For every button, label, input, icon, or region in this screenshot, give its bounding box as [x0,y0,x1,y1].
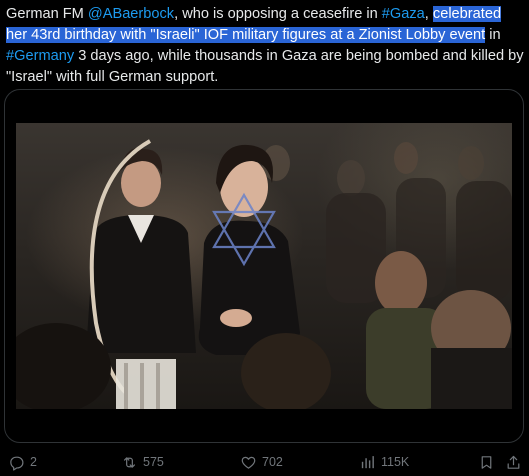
tweet-action-bar: 2 575 702 115K [0,449,529,475]
text-segment: , who is opposing a ceasefire in [174,6,382,22]
share-button[interactable] [505,453,522,471]
hashtag-germany-link[interactable]: #Germany [6,48,74,64]
text-segment: German FM [6,6,88,22]
views-icon [359,454,376,471]
hashtag-gaza-link[interactable]: #Gaza [382,6,425,22]
text-segment: , [424,6,433,22]
media-card[interactable] [4,89,524,443]
repost-count: 575 [143,455,164,469]
video-still [16,139,512,409]
views-count: 115K [381,455,410,469]
views-button[interactable]: 115K [359,453,409,471]
reply-button[interactable]: 2 [8,453,37,471]
repost-icon [121,454,138,471]
bookmark-button[interactable] [478,453,495,471]
text-segment: 3 days ago, while thousands in Gaza are … [6,48,524,85]
heart-icon [240,454,257,471]
repost-button[interactable]: 575 [121,453,164,471]
like-button[interactable]: 702 [240,453,283,471]
video-player[interactable] [16,123,512,409]
text-segment: in [485,27,501,43]
share-icon [505,454,522,471]
reply-icon [8,454,25,471]
reply-count: 2 [30,455,37,469]
bookmark-icon [478,454,495,471]
mention-link[interactable]: @ABaerbock [88,6,174,22]
tweet-text: German FM @ABaerbock, who is opposing a … [6,4,524,88]
like-count: 702 [262,455,283,469]
